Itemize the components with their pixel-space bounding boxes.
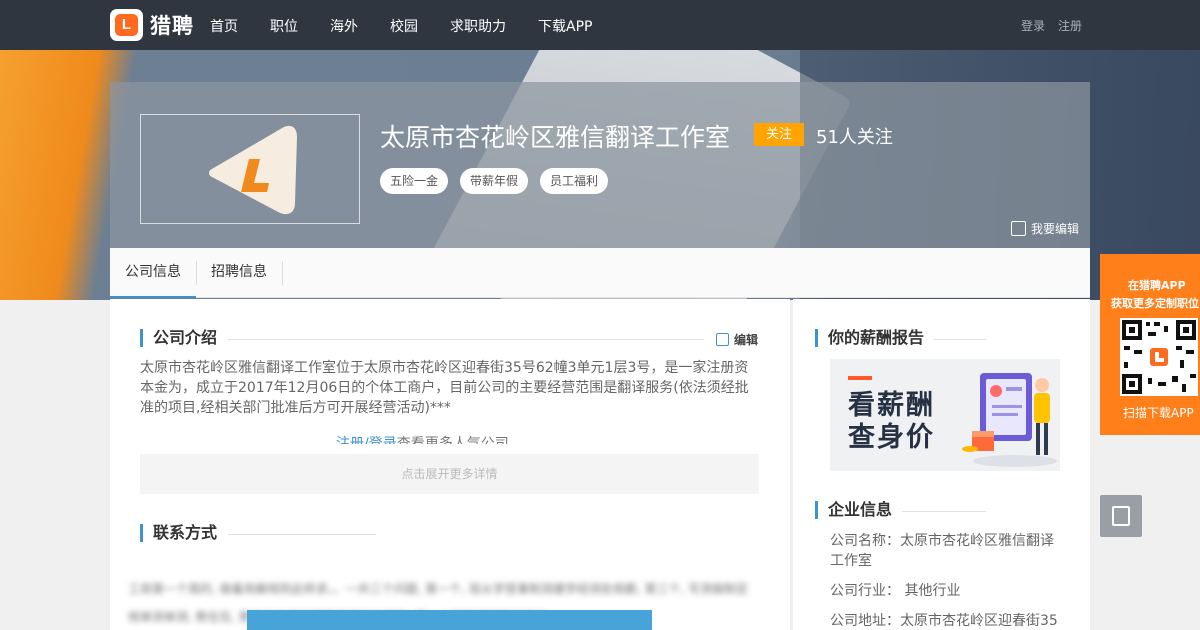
feedback-button[interactable] <box>1100 495 1142 537</box>
intro-edit-label: 编辑 <box>734 333 759 347</box>
nav-home[interactable]: 首页 <box>210 16 238 36</box>
company-tabs: 公司信息 招聘信息 <box>110 248 1090 298</box>
title-divider <box>934 339 986 340</box>
company-logo <box>140 114 360 224</box>
company-name-label: 公司名称： <box>830 533 900 549</box>
app-panel-line3: 扫描下载APP <box>1123 406 1194 420</box>
nav-job-help[interactable]: 求职助力 <box>450 16 506 36</box>
app-download-panel[interactable]: 在猎聘APP 获取更多定制职位 扫描下载APP <box>1100 254 1200 435</box>
tab-jobs[interactable]: 招聘信息 <box>211 248 267 298</box>
company-logo-icon <box>209 125 297 215</box>
suggest-edit-link[interactable]: 我要编辑 <box>1011 220 1079 237</box>
company-name: 太原市杏花岭区雅信翻译工作室 <box>380 123 731 152</box>
nav-campus[interactable]: 校园 <box>390 16 418 36</box>
title-divider <box>228 534 376 535</box>
banner-accent-bar <box>848 376 872 380</box>
login-to-view-bar[interactable] <box>247 610 652 630</box>
top-nav: L 猎聘 首页 职位 海外 校园 求职助力 下载APP 登录 注册 <box>0 0 1200 50</box>
salary-report-banner[interactable]: 看薪酬 查身价 <box>830 359 1060 471</box>
follow-button[interactable]: 关注 <box>754 123 804 146</box>
follow-count: 51人关注 <box>816 127 893 148</box>
intro-edit-button[interactable]: 编辑 <box>716 331 758 348</box>
register-link[interactable]: 注册 <box>1058 17 1082 34</box>
intro-title: 公司介绍 <box>140 329 217 347</box>
address-row: 公司地址：太原市杏花岭区迎春街35 <box>830 611 1062 630</box>
title-divider <box>902 511 986 512</box>
tab-company-info[interactable]: 公司信息 <box>110 248 196 298</box>
welfare-tag: 带薪年假 <box>460 168 528 194</box>
nav-jobs[interactable]: 职位 <box>270 16 298 36</box>
edit-icon <box>1011 221 1026 236</box>
tab-divider <box>196 261 197 285</box>
expand-details-button[interactable]: 点击展开更多详情 <box>140 454 759 494</box>
banner-line2: 查身价 <box>848 422 935 453</box>
logo-l-icon: L <box>115 14 138 36</box>
nav-overseas[interactable]: 海外 <box>330 16 358 36</box>
qr-code-icon <box>1120 318 1198 396</box>
enterprise-info-title: 企业信息 <box>815 501 892 519</box>
welfare-tag: 员工福利 <box>540 168 608 194</box>
report-illustration-icon <box>962 373 1057 467</box>
intro-text: 太原市杏花岭区雅信翻译工作室位于太原市杏花岭区迎春街35号62幢3单元1层3号，… <box>140 360 749 416</box>
industry-row: 公司行业： 其他行业 <box>830 581 1062 601</box>
tab-divider <box>282 261 283 285</box>
address-label: 公司地址： <box>830 613 900 629</box>
app-panel-line2: 获取更多定制职位 <box>1111 297 1199 310</box>
app-panel-line1: 在猎聘APP <box>1128 279 1186 292</box>
industry-value: 其他行业 <box>904 583 961 599</box>
industry-label: 公司行业： <box>830 583 900 599</box>
salary-report-title: 你的薪酬报告 <box>815 329 924 347</box>
address-value: 太原市杏花岭区迎春街35 <box>900 613 1058 629</box>
edit-icon <box>716 333 729 346</box>
company-name-row: 公司名称：太原市杏花岭区雅信翻译工作室 <box>830 531 1062 571</box>
feedback-icon <box>1112 506 1130 526</box>
nav-download-app[interactable]: 下载APP <box>538 16 592 36</box>
login-link[interactable]: 登录 <box>1021 17 1045 34</box>
welfare-tag: 五险一金 <box>380 168 448 194</box>
suggest-edit-label: 我要编辑 <box>1031 222 1080 236</box>
contact-title: 联系方式 <box>140 524 217 542</box>
brand-name[interactable]: 猎聘 <box>150 10 194 40</box>
liepin-logo[interactable]: L <box>110 9 143 41</box>
title-divider <box>228 339 704 340</box>
